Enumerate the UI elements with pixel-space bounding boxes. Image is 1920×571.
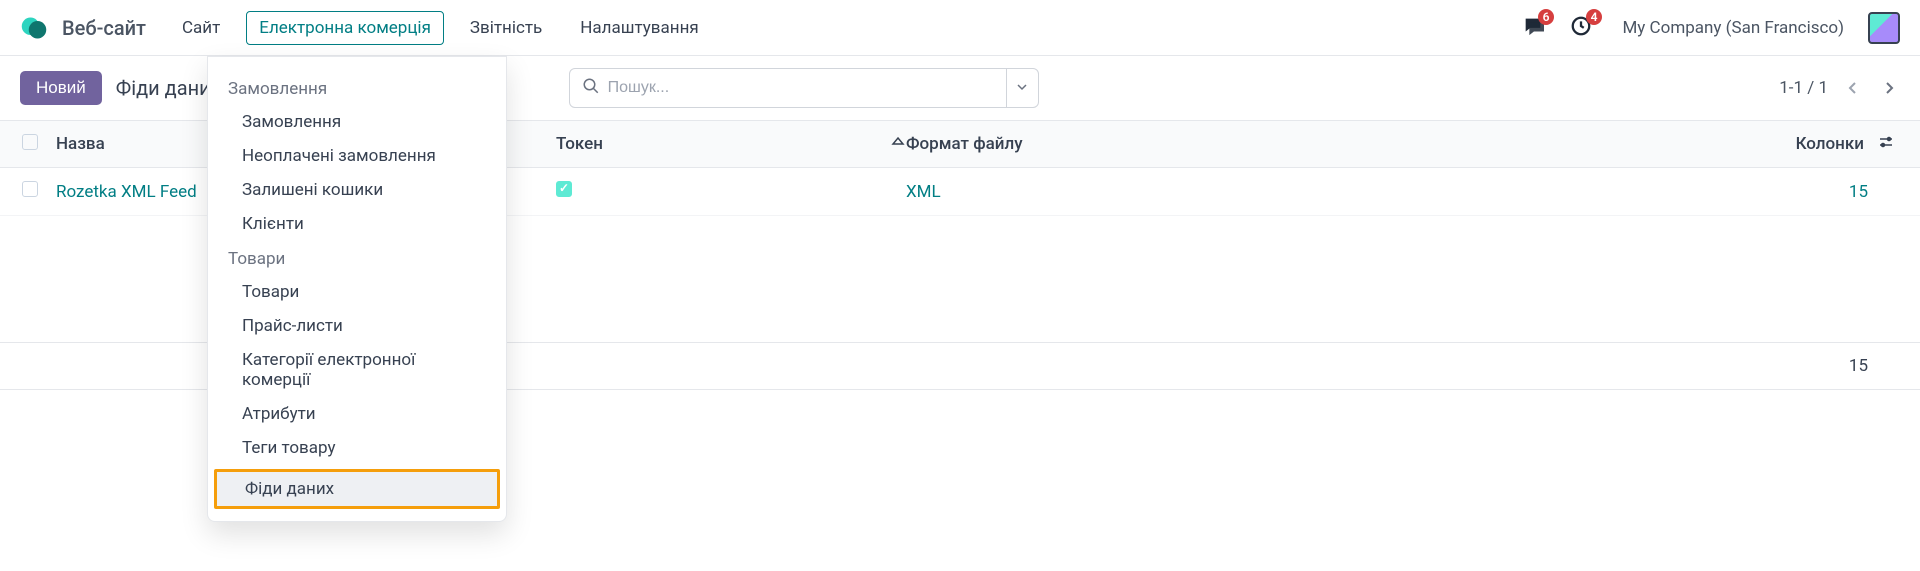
checkbox-icon <box>22 181 38 197</box>
activities-badge: 4 <box>1586 9 1603 25</box>
pager-text: 1-1 / 1 <box>1779 78 1828 98</box>
dd-section-orders: Замовлення <box>208 71 506 105</box>
top-navbar: Веб-сайт Сайт Електронна комерція Звітні… <box>0 0 1920 56</box>
nav-item-site[interactable]: Сайт <box>170 12 232 44</box>
breadcrumb: Фіди даних <box>116 76 221 100</box>
dd-item-attributes[interactable]: Атрибути <box>208 397 506 431</box>
search-dropdown-toggle[interactable] <box>1006 69 1038 107</box>
ecommerce-dropdown: Замовлення Замовлення Неоплачені замовле… <box>207 56 507 522</box>
checkbox-icon <box>22 134 38 150</box>
nav-item-settings[interactable]: Налаштування <box>568 12 710 44</box>
dd-item-abandoned-carts[interactable]: Залишені кошики <box>208 173 506 207</box>
pager: 1-1 / 1 <box>1779 77 1900 99</box>
col-header-token[interactable]: Токен <box>556 134 906 155</box>
new-button[interactable]: Новий <box>20 71 102 105</box>
pager-next[interactable] <box>1878 77 1900 99</box>
activities-button[interactable]: 4 <box>1564 11 1598 45</box>
search-input[interactable] <box>608 79 994 97</box>
footer-total: 15 <box>1849 356 1898 376</box>
dd-item-categories[interactable]: Категорії електронної комерції <box>208 343 506 397</box>
app-title: Веб-сайт <box>62 16 146 40</box>
row-token <box>556 181 906 202</box>
dd-item-products[interactable]: Товари <box>208 275 506 309</box>
checkbox-checked-icon <box>556 181 572 197</box>
dd-section-products: Товари <box>208 241 506 275</box>
dd-item-orders[interactable]: Замовлення <box>208 105 506 139</box>
app-logo-icon <box>20 14 48 42</box>
search-box <box>569 68 1039 108</box>
dd-item-product-tags[interactable]: Теги товару <box>208 431 506 465</box>
row-select-cell[interactable] <box>22 181 56 202</box>
nav-item-reporting[interactable]: Звітність <box>458 12 554 44</box>
col-header-token-label: Токен <box>556 134 603 154</box>
dd-item-unpaid-orders[interactable]: Неоплачені замовлення <box>208 139 506 173</box>
dd-item-data-feeds[interactable]: Фіди даних <box>214 469 500 509</box>
row-columns: 15 <box>1849 182 1898 202</box>
messages-button[interactable]: 6 <box>1516 11 1550 45</box>
dd-item-customers[interactable]: Клієнти <box>208 207 506 241</box>
dd-item-pricelists[interactable]: Прайс-листи <box>208 309 506 343</box>
pager-prev[interactable] <box>1842 77 1864 99</box>
column-settings-button[interactable] <box>1874 134 1898 155</box>
caret-down-icon <box>1016 79 1028 97</box>
sort-asc-icon <box>890 134 906 155</box>
row-format: XML <box>906 182 1406 202</box>
user-avatar[interactable] <box>1868 12 1900 44</box>
nav-item-ecommerce[interactable]: Електронна комерція <box>246 11 444 45</box>
sliders-icon <box>1878 134 1894 155</box>
messages-badge: 6 <box>1538 9 1555 25</box>
col-header-columns[interactable]: Колонки <box>1796 134 1874 154</box>
select-all-cell[interactable] <box>22 134 56 155</box>
col-header-format[interactable]: Формат файлу <box>906 134 1406 154</box>
company-name[interactable]: My Company (San Francisco) <box>1622 18 1844 38</box>
search-icon <box>582 77 600 99</box>
